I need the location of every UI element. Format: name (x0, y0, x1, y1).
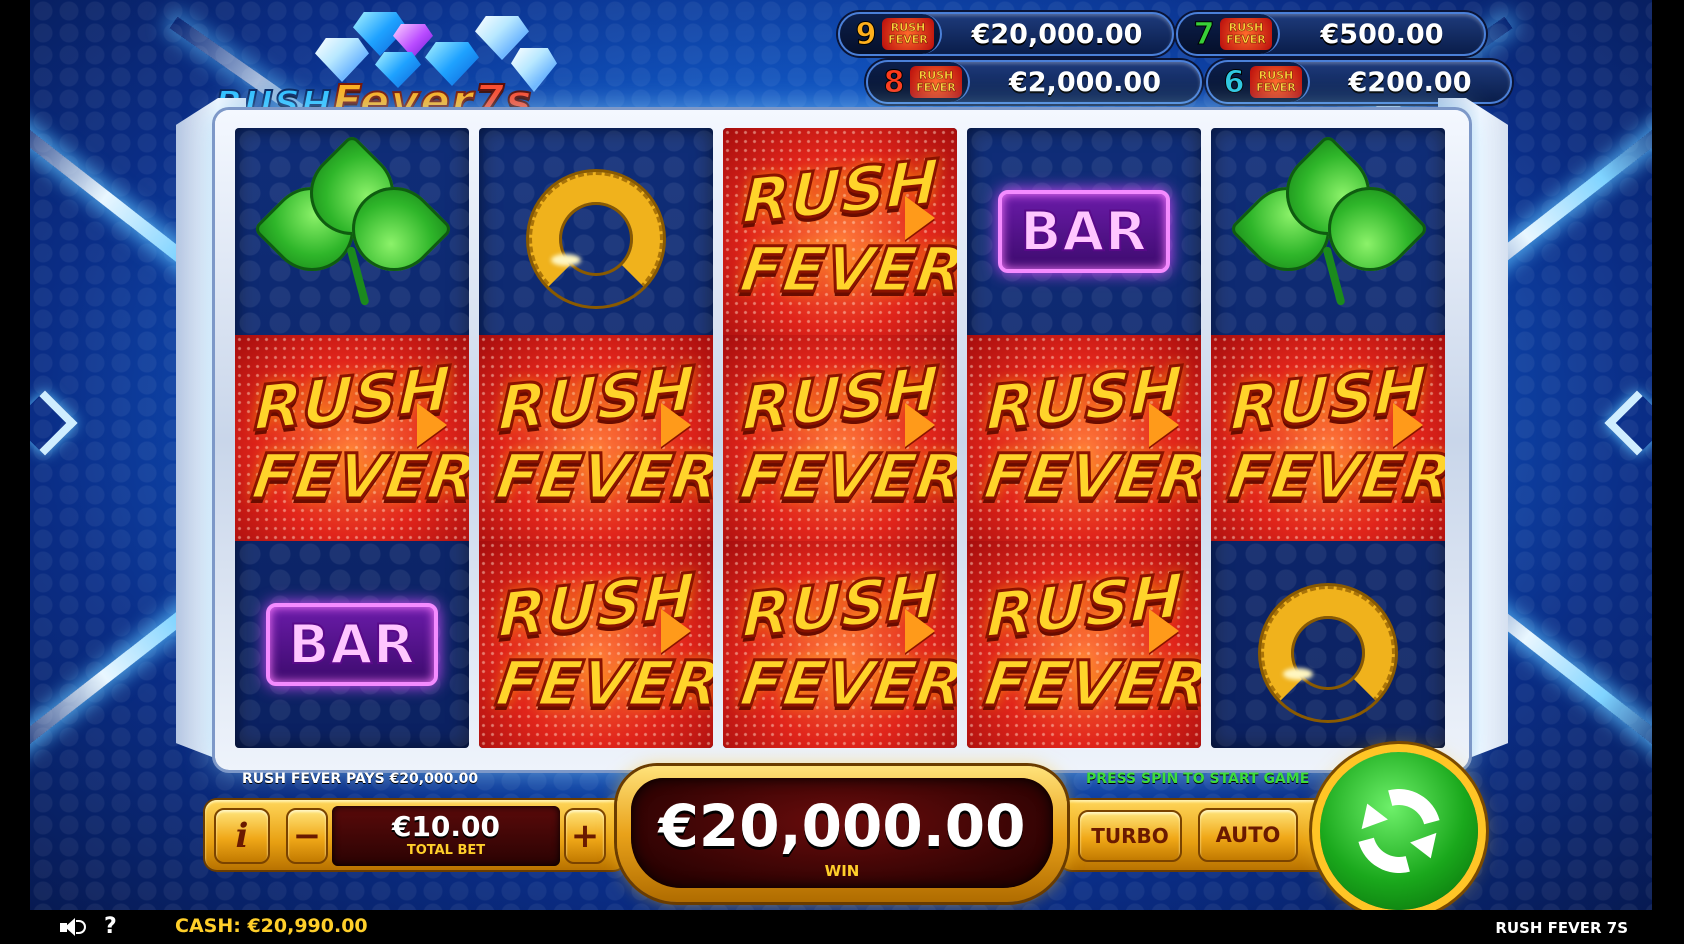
jackpot-value: €200.00 (1348, 66, 1472, 98)
arrow-icon (1149, 402, 1179, 447)
reel-2: RUSH FEVER RUSH FEVER (479, 128, 713, 748)
increase-bet-button[interactable]: + (564, 808, 606, 864)
reel-5: RUSH FEVER (1211, 128, 1445, 748)
jackpot-badge: 7 RUSH FEVER (1178, 14, 1280, 54)
horseshoe-symbol (1211, 541, 1445, 748)
cash-balance: CASH: €20,990.00 (175, 915, 368, 937)
jackpot-badge: 6 RUSH FEVER (1208, 62, 1310, 102)
rush-fever-mini-icon: RUSH FEVER (1220, 18, 1272, 50)
rush-fever-symbol: RUSH FEVER (723, 541, 957, 748)
rush-fever-symbol: RUSH FEVER (479, 541, 713, 748)
jackpot-value: €2,000.00 (1008, 66, 1162, 98)
reel-1: RUSH FEVER BAR (235, 128, 469, 748)
bar-symbol: BAR (235, 541, 469, 748)
jackpot-9: 9 RUSH FEVER €20,000.00 (838, 12, 1174, 56)
win-label: WIN (824, 862, 860, 880)
reel-3: RUSH FEVER RUSH FEVER RUSH FEVER (723, 128, 957, 748)
bar-icon: BAR (998, 189, 1170, 273)
horseshoe-icon (521, 156, 671, 307)
total-bet-label: TOTAL BET (406, 843, 486, 858)
game-name: RUSH FEVER 7S (1495, 919, 1628, 937)
rush-fever-symbol: RUSH FEVER (967, 541, 1201, 748)
status-message: PRESS SPIN TO START GAME (1086, 771, 1310, 787)
autoplay-button[interactable]: AUTO (1198, 808, 1298, 862)
jackpot-7: 7 RUSH FEVER €500.00 (1176, 12, 1486, 56)
rush-fever-mini-icon: RUSH FEVER (882, 18, 934, 50)
jackpot-8: 8 RUSH FEVER €2,000.00 (866, 60, 1202, 104)
arrow-icon (905, 196, 935, 240)
info-button[interactable]: i (214, 808, 270, 864)
four-leaf-clover-icon (1228, 133, 1430, 311)
jackpot-value: €20,000.00 (971, 18, 1143, 50)
bar-icon: BAR (266, 603, 438, 687)
sound-icon[interactable] (60, 917, 86, 937)
decrease-bet-button[interactable]: − (286, 808, 328, 864)
rush-fever-symbol: RUSH FEVER (235, 334, 469, 542)
arrow-icon (1149, 609, 1179, 654)
total-bet-display: €10.00 TOTAL BET (332, 806, 560, 866)
reel-4: BAR RUSH FEVER RUSH FEVER (967, 128, 1201, 748)
total-bet-value: €10.00 (391, 810, 501, 843)
reel-grid: RUSH FEVER BAR RUSH FEVER RUSH FEVER RUSH FEVER R… (235, 128, 1445, 748)
rush-fever-mini-icon: RUSH FEVER (1250, 66, 1302, 98)
four-leaf-clover-icon (252, 133, 454, 311)
win-message: RUSH FEVER PAYS €20,000.00 (242, 771, 479, 787)
rush-fever-mini-icon: RUSH FEVER (910, 66, 962, 98)
clover-symbol (1211, 128, 1445, 335)
bar-symbol: BAR (967, 128, 1201, 335)
arrow-icon (1393, 402, 1423, 447)
jackpot-badge: 8 RUSH FEVER (868, 62, 970, 102)
horseshoe-symbol (479, 128, 713, 335)
clover-symbol (235, 128, 469, 335)
spin-icon (1341, 773, 1457, 889)
jackpot-value: €500.00 (1320, 18, 1444, 50)
help-icon[interactable]: ? (104, 914, 117, 939)
arrow-icon (661, 402, 691, 447)
jackpot-badge: 9 RUSH FEVER (840, 14, 942, 54)
jackpot-count: 6 (1223, 64, 1245, 100)
turbo-button[interactable]: TURBO (1078, 810, 1182, 862)
jackpot-count: 7 (1193, 16, 1215, 52)
rush-fever-symbol: RUSH FEVER (479, 334, 713, 542)
jackpot-count: 8 (883, 64, 905, 100)
info-icon: i (235, 816, 249, 856)
horseshoe-icon (1253, 570, 1403, 720)
spin-button[interactable] (1320, 752, 1478, 910)
rush-fever-symbol: RUSH FEVER (967, 334, 1201, 542)
arrow-icon (417, 402, 447, 447)
jackpot-6: 6 RUSH FEVER €200.00 (1206, 60, 1512, 104)
arrow-icon (661, 609, 691, 654)
arrow-icon (905, 402, 935, 447)
win-display: €20,000.00 WIN (617, 766, 1067, 902)
rush-fever-symbol: RUSH FEVER (723, 128, 957, 335)
arrow-icon (905, 609, 935, 654)
rush-fever-symbol: RUSH FEVER (723, 334, 957, 542)
win-value: €20,000.00 (658, 792, 1026, 860)
jackpot-count: 9 (855, 16, 877, 52)
rush-fever-symbol: RUSH FEVER (1211, 334, 1445, 542)
